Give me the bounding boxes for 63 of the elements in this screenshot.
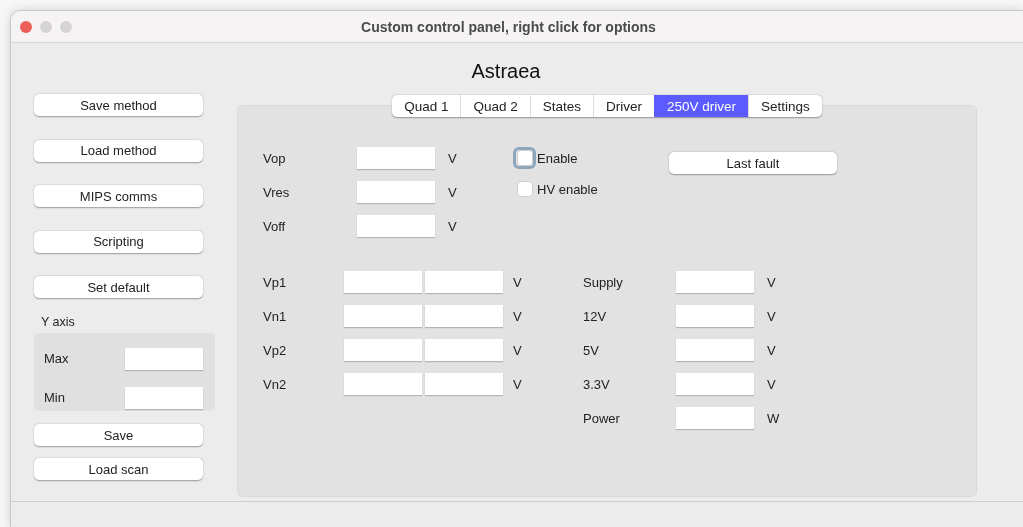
field-label: Vop <box>263 150 287 166</box>
sidebar-button[interactable]: MIPS comms <box>34 185 203 207</box>
minimize-button[interactable] <box>40 20 52 33</box>
sidebar-button[interactable]: Load scan <box>34 458 203 480</box>
input-field[interactable] <box>125 386 203 409</box>
unit-label: V <box>448 218 458 234</box>
unit-label: V <box>513 342 523 358</box>
field-label: 3.3V <box>583 376 611 392</box>
unit-label: W <box>767 410 780 426</box>
unit-label: V <box>513 308 523 324</box>
sidebar-button[interactable]: Save method <box>34 94 203 116</box>
input-field[interactable] <box>344 305 422 327</box>
unit-label: V <box>448 184 458 200</box>
input-field[interactable] <box>344 339 422 361</box>
unit-label: V <box>767 308 777 324</box>
field-label: Max <box>44 351 70 366</box>
field-label: Vn1 <box>263 308 288 324</box>
input-field[interactable] <box>676 271 754 293</box>
sidebar-button[interactable]: Save <box>34 424 203 446</box>
last-fault-button[interactable]: Last fault <box>669 152 837 174</box>
unit-label: V <box>767 274 777 290</box>
field-label: Vp1 <box>263 274 288 290</box>
field-label: Min <box>44 390 66 405</box>
window-title: Custom control panel, right click for options <box>361 18 656 35</box>
input-field[interactable] <box>676 305 754 327</box>
checkbox-label: HV enable <box>537 181 598 197</box>
zoom-button[interactable] <box>60 20 72 33</box>
input-field[interactable] <box>425 373 503 395</box>
sidebar-button[interactable]: Load method <box>34 139 203 162</box>
input-field[interactable] <box>357 147 435 169</box>
field-label: Vn2 <box>263 376 288 392</box>
input-field[interactable] <box>357 215 435 237</box>
tab[interactable]: Quad 1 <box>392 95 461 117</box>
close-button[interactable] <box>20 20 32 33</box>
unit-label: V <box>767 342 777 358</box>
unit-label: V <box>448 150 458 166</box>
input-field[interactable] <box>344 373 422 395</box>
field-label: 12V <box>583 308 608 324</box>
field-label: 5V <box>583 342 600 358</box>
input-field[interactable] <box>425 305 503 327</box>
sidebar-button[interactable]: Scripting <box>34 230 203 253</box>
unit-label: V <box>767 376 777 392</box>
group-label: Y axis <box>41 315 76 329</box>
unit-label: V <box>513 274 523 290</box>
panel-heading: Astraea <box>471 59 541 84</box>
input-field[interactable] <box>125 347 203 370</box>
checkbox[interactable] <box>517 181 533 197</box>
input-field[interactable] <box>676 339 754 361</box>
field-label: Vres <box>263 184 291 200</box>
sidebar-button[interactable]: Set default <box>34 276 203 298</box>
input-field[interactable] <box>344 271 422 293</box>
input-field[interactable] <box>425 339 503 361</box>
field-label: Vp2 <box>263 342 288 358</box>
unit-label: V <box>513 376 523 392</box>
input-field[interactable] <box>676 407 754 429</box>
field-label: Power <box>583 410 621 426</box>
input-field[interactable] <box>357 181 435 203</box>
input-field[interactable] <box>676 373 754 395</box>
field-label: Voff <box>263 218 287 234</box>
tab[interactable]: 250V driver <box>654 95 749 117</box>
input-field[interactable] <box>425 271 503 293</box>
field-label: Supply <box>583 274 624 290</box>
checkbox-label: Enable <box>537 150 578 166</box>
